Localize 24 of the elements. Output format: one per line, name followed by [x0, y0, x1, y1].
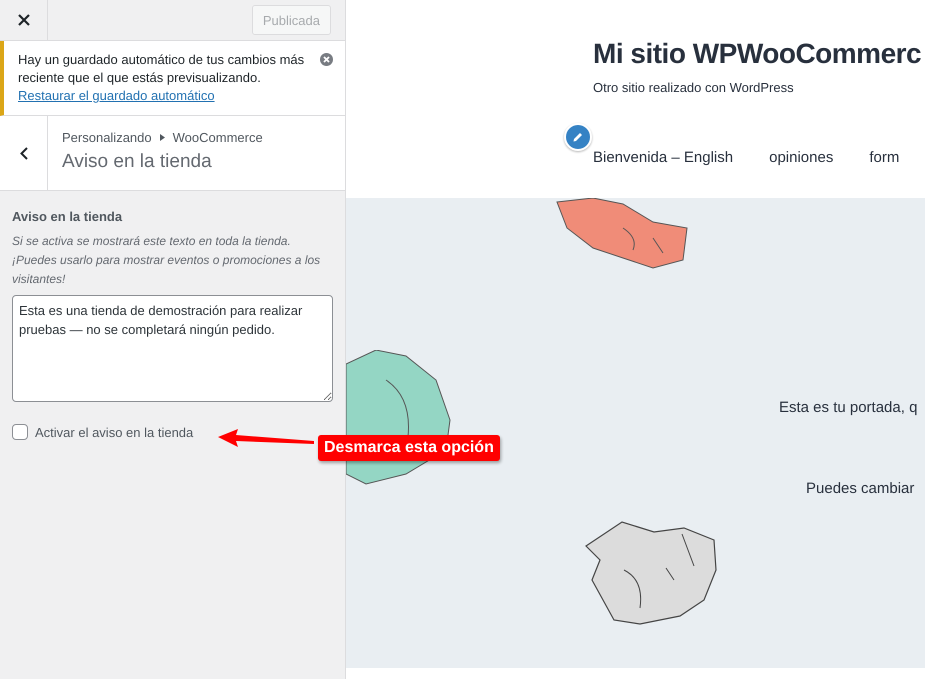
notice-textarea[interactable]: Esta es una tienda de demostración para realizar pruebas — no se completará ningún pedido. — [12, 295, 333, 402]
control-description: Si se activa se mostrará este texto en toda la tienda. ¡Puedes usarlo para mostrar eventos o promociones a los visitantes! — [12, 233, 322, 288]
edit-shortcut-button[interactable] — [564, 123, 592, 151]
control-label: Aviso en la tienda — [12, 209, 124, 224]
breadcrumb-text: Personalizando — [62, 130, 152, 145]
menu-link[interactable]: opiniones — [769, 149, 834, 166]
triangle-right-icon — [160, 134, 165, 141]
dismiss-icon[interactable] — [320, 53, 333, 66]
hero-text: Esta es tu portada, q — [779, 399, 918, 416]
notice-text: Hay un guardado automático de tus cambios más reciente que el que estás previsualizando. — [18, 51, 306, 87]
section-title: Aviso en la tienda — [62, 151, 213, 173]
chevron-left-icon — [20, 146, 28, 160]
site-title: Mi sitio WPWooCommerc — [593, 38, 922, 70]
close-icon — [18, 14, 30, 26]
annotation-callout: Desmarca esta opción — [318, 435, 500, 461]
menu-link[interactable]: Bienvenida – English — [593, 149, 734, 166]
site-tagline: Otro sitio realizado con WordPress — [593, 80, 795, 95]
hero-text: Puedes cambiar — [806, 480, 916, 497]
menu-link[interactable]: form — [869, 149, 900, 166]
breadcrumb-text: WooCommerce — [172, 130, 263, 145]
checkbox-label: Activar el aviso en la tienda — [35, 424, 194, 440]
restore-link[interactable]: Restaurar el guardado automático — [18, 87, 312, 105]
pencil-icon — [572, 131, 584, 143]
notice-checkbox[interactable] — [12, 424, 28, 440]
